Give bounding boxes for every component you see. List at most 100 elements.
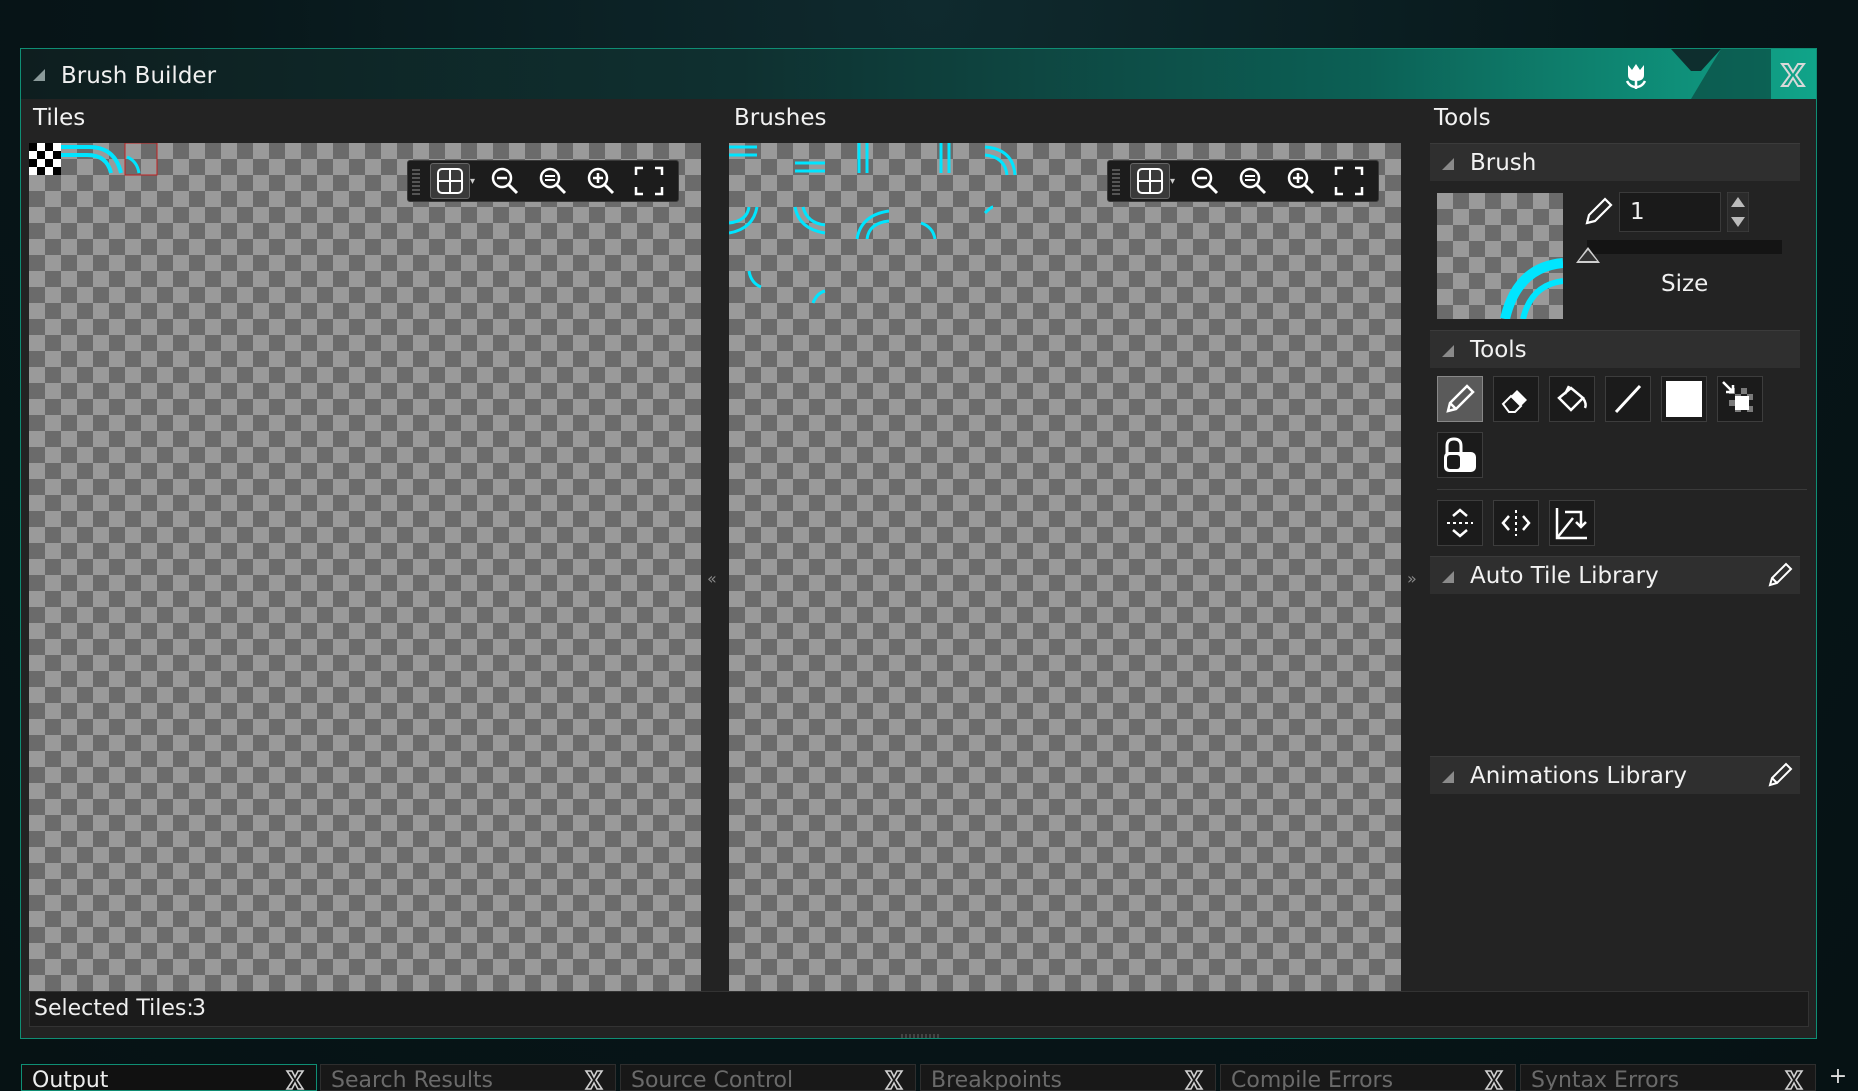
brush-piece[interactable] [795, 161, 825, 173]
edit-pencil-icon[interactable] [1766, 761, 1794, 789]
zoom-reset-icon [539, 167, 567, 195]
edit-pencil-icon[interactable] [1766, 561, 1794, 589]
fullscreen-icon [1334, 166, 1364, 196]
tiles-canvas-toolbar: ▾ [407, 160, 679, 202]
brush-piece[interactable] [920, 221, 937, 240]
tools-divider [1437, 489, 1807, 490]
zoom-out-button[interactable] [1185, 163, 1225, 199]
brushes-canvas[interactable]: ▾ [729, 143, 1401, 991]
zoom-reset-button[interactable] [1233, 163, 1273, 199]
tab-source-control[interactable]: Source Control [620, 1064, 916, 1091]
size-input[interactable]: 1 [1619, 192, 1721, 232]
transparent-tile[interactable] [29, 143, 61, 175]
brush-preview-arc [1500, 258, 1563, 319]
auto-tile-library-label: Auto Tile Library [1470, 563, 1659, 589]
collapse-left-splitter[interactable]: « [707, 569, 717, 588]
flip-horizontal-button[interactable] [1493, 500, 1539, 546]
brush-piece[interactable] [747, 270, 762, 289]
animations-library-header[interactable]: Animations Library [1430, 756, 1800, 794]
brush-section-header[interactable]: Brush [1430, 143, 1800, 181]
close-tab-icon[interactable] [583, 1069, 605, 1091]
flip-vertical-icon [1447, 508, 1473, 538]
bottom-tab-strip: Output Search Results Source Control Bre… [20, 1064, 1858, 1091]
title-bar[interactable]: Brush Builder [21, 49, 1816, 99]
grid-toggle-button[interactable] [1130, 163, 1170, 199]
line-tool-button[interactable] [1605, 376, 1651, 422]
grid-icon [437, 168, 463, 194]
resize-grip[interactable] [901, 1034, 941, 1038]
add-tab-button[interactable]: + [1818, 1064, 1858, 1091]
zoom-out-button[interactable] [485, 163, 525, 199]
collapse-right-splitter[interactable]: » [1407, 569, 1417, 588]
brush-piece[interactable] [983, 205, 994, 215]
size-pencil-icon [1585, 197, 1613, 225]
rotate-button[interactable] [1549, 500, 1595, 546]
tiles-overlay [29, 143, 158, 176]
zoom-in-icon [1287, 167, 1315, 195]
size-slider-thumb[interactable] [1576, 247, 1600, 263]
window-grip-icon[interactable] [33, 69, 45, 81]
rectangle-tool-button[interactable] [1661, 376, 1707, 422]
brush-piece[interactable] [984, 145, 1017, 176]
size-label: Size [1661, 271, 1709, 297]
flip-horizontal-icon [1501, 510, 1531, 536]
collapse-triangle-icon [1442, 158, 1454, 170]
zoom-in-button[interactable] [1281, 163, 1321, 199]
brush-piece[interactable] [729, 145, 757, 157]
eraser-tool-button[interactable] [1493, 376, 1539, 422]
tab-breakpoints[interactable]: Breakpoints [920, 1064, 1216, 1091]
zoom-reset-button[interactable] [533, 163, 573, 199]
tile-corner-arc[interactable] [61, 145, 123, 174]
fullscreen-button[interactable] [629, 163, 669, 199]
brush-piece[interactable] [857, 143, 869, 173]
pick-tile-tool-button[interactable] [1717, 376, 1763, 422]
grid-dropdown-caret-icon[interactable]: ▾ [1170, 176, 1175, 187]
tab-label: Compile Errors [1231, 1068, 1394, 1091]
lock-tool-button[interactable] [1437, 432, 1483, 478]
animations-library-label: Animations Library [1470, 763, 1687, 789]
zoom-in-button[interactable] [581, 163, 621, 199]
toolbar-handle[interactable] [1112, 167, 1120, 195]
tab-syntax-errors[interactable]: Syntax Errors [1520, 1064, 1816, 1091]
zoom-reset-icon [1239, 167, 1267, 195]
tools-section-header[interactable]: Tools [1430, 330, 1800, 368]
grid-icon [1137, 168, 1163, 194]
fullscreen-button[interactable] [1329, 163, 1369, 199]
fullscreen-icon [634, 166, 664, 196]
close-tab-icon[interactable] [284, 1069, 306, 1091]
brush-piece[interactable] [729, 206, 759, 235]
toolbar-handle[interactable] [412, 167, 420, 195]
fill-tool-button[interactable] [1549, 376, 1595, 422]
tab-output[interactable]: Output [21, 1064, 317, 1091]
brush-piece[interactable] [793, 206, 826, 235]
title-notch-decoration [1671, 49, 1771, 99]
brush-piece[interactable] [855, 209, 890, 240]
close-tab-icon[interactable] [883, 1069, 905, 1091]
brush-piece[interactable] [811, 289, 826, 304]
status-bar: Selected Tiles: 3 [29, 991, 1809, 1027]
tiles-canvas[interactable]: ▾ [29, 143, 701, 991]
brush-piece[interactable] [939, 143, 951, 173]
close-tab-icon[interactable] [1483, 1069, 1505, 1091]
size-slider-track[interactable] [1587, 240, 1782, 254]
grid-toggle-button[interactable] [430, 163, 470, 199]
brush-preview [1437, 193, 1563, 319]
tab-compile-errors[interactable]: Compile Errors [1220, 1064, 1516, 1091]
brush-section-label: Brush [1470, 150, 1537, 176]
grid-dropdown-caret-icon[interactable]: ▾ [470, 176, 475, 187]
close-tab-icon[interactable] [1783, 1069, 1805, 1091]
close-icon[interactable] [1778, 61, 1808, 89]
tiles-label: Tiles [33, 105, 86, 131]
close-tab-icon[interactable] [1183, 1069, 1205, 1091]
pencil-tool-button[interactable] [1437, 376, 1483, 422]
eraser-icon [1501, 390, 1527, 413]
flip-vertical-button[interactable] [1437, 500, 1483, 546]
auto-tile-library-header[interactable]: Auto Tile Library [1430, 556, 1800, 594]
tab-label: Source Control [631, 1068, 794, 1091]
tile-small-arc[interactable] [126, 155, 141, 174]
window-title: Brush Builder [61, 63, 217, 89]
tab-search-results[interactable]: Search Results [320, 1064, 616, 1091]
tulip-icon[interactable] [1619, 59, 1653, 93]
selected-tiles-label: Selected Tiles: [34, 996, 194, 1021]
size-spinner[interactable] [1727, 192, 1749, 232]
